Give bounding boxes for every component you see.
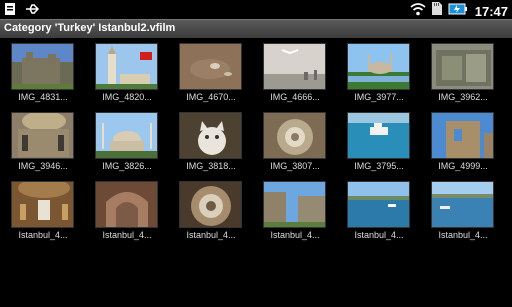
photo-caption: IMG_3807... bbox=[270, 161, 320, 171]
photo-caption: Istanbul_4... bbox=[102, 230, 152, 240]
photo-thumbnail bbox=[263, 43, 326, 90]
photo-item[interactable]: IMG_3977... bbox=[337, 38, 421, 104]
photo-thumbnail bbox=[95, 112, 158, 159]
battery-icon bbox=[448, 2, 468, 21]
photo-item[interactable]: IMG_3807... bbox=[253, 107, 337, 173]
photo-caption: IMG_4999... bbox=[438, 161, 488, 171]
photo-caption: IMG_4666... bbox=[270, 92, 320, 102]
photo-thumbnail bbox=[11, 181, 74, 228]
photo-caption: IMG_3962... bbox=[438, 92, 488, 102]
photo-item[interactable]: IMG_4820... bbox=[85, 38, 169, 104]
photo-thumbnail bbox=[95, 43, 158, 90]
photo-item[interactable]: IMG_4666... bbox=[253, 38, 337, 104]
photo-item[interactable]: IMG_3795... bbox=[337, 107, 421, 173]
photo-item[interactable]: Istanbul_4... bbox=[253, 176, 337, 242]
photo-thumbnail bbox=[11, 43, 74, 90]
photo-item[interactable]: Istanbul_4... bbox=[85, 176, 169, 242]
photo-caption: Istanbul_4... bbox=[270, 230, 320, 240]
photo-thumbnail bbox=[179, 181, 242, 228]
photo-item[interactable]: IMG_4831... bbox=[1, 38, 85, 104]
photo-thumbnail bbox=[431, 112, 494, 159]
photo-item[interactable]: IMG_4999... bbox=[421, 107, 505, 173]
photo-thumbnail bbox=[179, 112, 242, 159]
photo-caption: IMG_3946... bbox=[18, 161, 68, 171]
photo-caption: Istanbul_4... bbox=[186, 230, 236, 240]
photo-item[interactable]: IMG_3946... bbox=[1, 107, 85, 173]
photo-thumbnail bbox=[431, 181, 494, 228]
photo-caption: Istanbul_4... bbox=[354, 230, 404, 240]
photo-item[interactable]: Istanbul_4... bbox=[337, 176, 421, 242]
photo-grid: IMG_4831... IMG_4820... IMG_4670... IMG_… bbox=[0, 38, 512, 307]
photo-thumbnail bbox=[179, 43, 242, 90]
photo-caption: IMG_4820... bbox=[102, 92, 152, 102]
photo-item[interactable]: IMG_3818... bbox=[169, 107, 253, 173]
photo-item[interactable]: IMG_3962... bbox=[421, 38, 505, 104]
page-title: Category 'Turkey' Istanbul2.vfilm bbox=[4, 22, 176, 34]
photo-caption: IMG_4670... bbox=[186, 92, 236, 102]
photo-thumbnail bbox=[431, 43, 494, 90]
status-bar: 17:47 bbox=[0, 0, 512, 19]
photo-thumbnail bbox=[347, 181, 410, 228]
title-bar: Category 'Turkey' Istanbul2.vfilm bbox=[0, 19, 512, 38]
photo-item[interactable]: Istanbul_4... bbox=[1, 176, 85, 242]
photo-item[interactable]: Istanbul_4... bbox=[421, 176, 505, 242]
photo-thumbnail bbox=[347, 43, 410, 90]
photo-item[interactable]: IMG_3826... bbox=[85, 107, 169, 173]
clock: 17:47 bbox=[474, 3, 508, 19]
photo-caption: IMG_3826... bbox=[102, 161, 152, 171]
photo-item[interactable]: Istanbul_4... bbox=[169, 176, 253, 242]
photo-caption: Istanbul_4... bbox=[438, 230, 488, 240]
photo-caption: IMG_3795... bbox=[354, 161, 404, 171]
photo-thumbnail bbox=[95, 181, 158, 228]
photo-caption: IMG_3977... bbox=[354, 92, 404, 102]
photo-item[interactable]: IMG_4670... bbox=[169, 38, 253, 104]
sd-card-icon bbox=[431, 1, 443, 21]
photo-thumbnail bbox=[263, 112, 326, 159]
photo-thumbnail bbox=[11, 112, 74, 159]
photo-caption: Istanbul_4... bbox=[18, 230, 68, 240]
wifi-icon bbox=[410, 2, 426, 21]
photo-thumbnail bbox=[263, 181, 326, 228]
photo-thumbnail bbox=[347, 112, 410, 159]
photo-caption: IMG_3818... bbox=[186, 161, 236, 171]
photo-caption: IMG_4831... bbox=[18, 92, 68, 102]
